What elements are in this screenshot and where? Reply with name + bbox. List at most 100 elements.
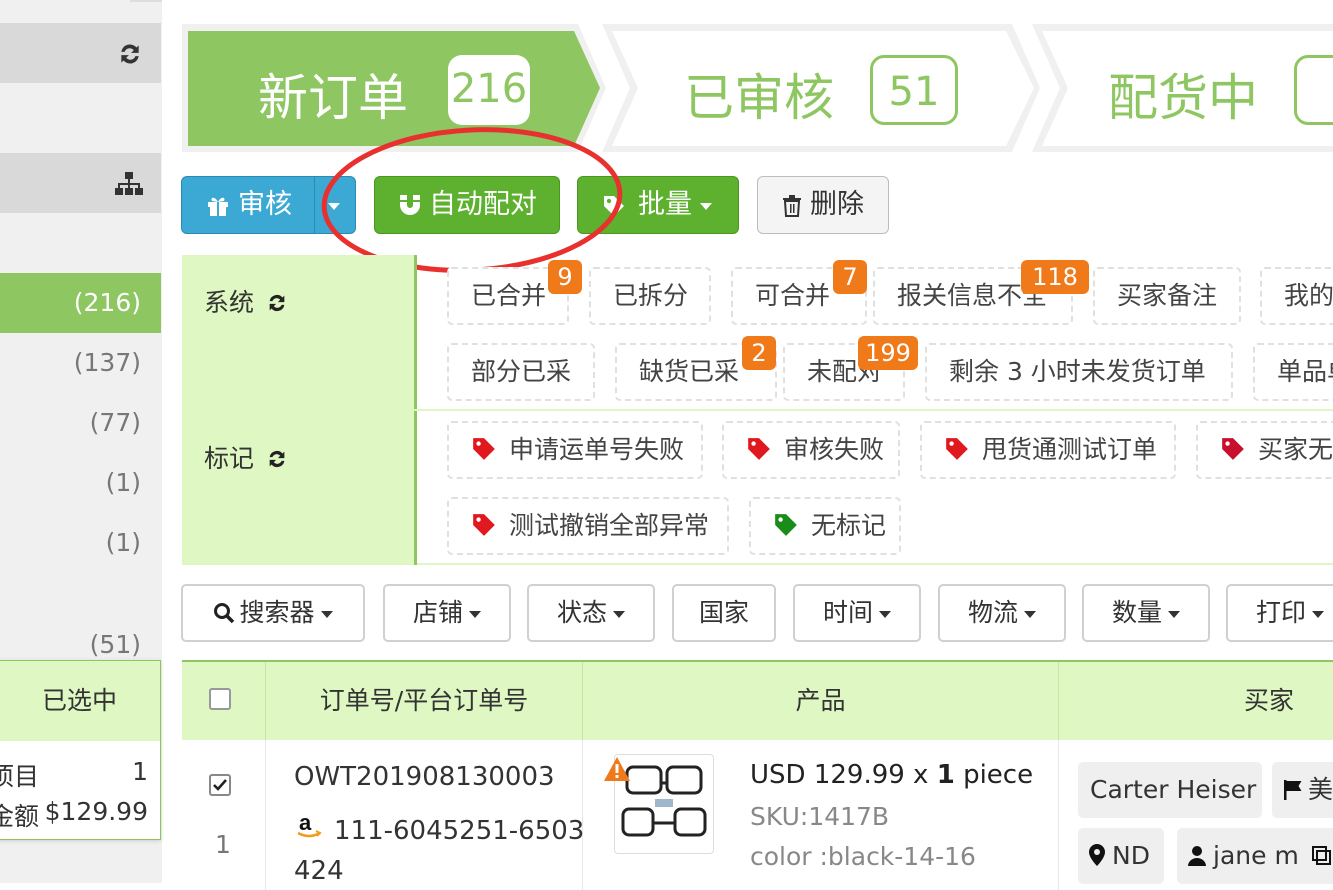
review-label: 审核	[238, 189, 292, 220]
select-all-checkbox[interactable]	[209, 688, 231, 710]
chip-label: 审核失败	[784, 435, 885, 464]
tag-icon	[473, 514, 495, 536]
warning-icon	[604, 757, 630, 781]
product-unit: piece	[954, 760, 1034, 790]
buyer-agent: jane m	[1177, 828, 1333, 884]
tag-icon	[748, 438, 770, 460]
buyer-state: ND	[1078, 828, 1164, 884]
time-filter-button[interactable]: 时间	[793, 584, 921, 642]
count-badge: 9	[548, 260, 582, 294]
sidebar-item-count[interactable]: (51)	[0, 630, 161, 660]
column-header-buyer: 买家	[1243, 686, 1294, 715]
product-price: USD 129.99 x	[750, 760, 937, 790]
table-header: 订单号/平台订单号 产品 买家	[182, 660, 1333, 740]
buyer-name[interactable]: Carter Heiser	[1078, 762, 1262, 818]
filter-chip-mine[interactable]: 我的	[1260, 267, 1333, 325]
count-badge: 118	[1021, 260, 1089, 294]
product-sku: SKU:1417B	[750, 802, 890, 831]
delete-button[interactable]: 删除	[757, 176, 889, 234]
filter-chip-test-order[interactable]: 甩货通测试订单	[920, 421, 1176, 479]
country-filter-button[interactable]: 国家	[672, 584, 776, 642]
sidebar-tree-bar[interactable]	[0, 153, 161, 213]
tab-label: 已审核	[684, 69, 834, 127]
tag-icon	[1222, 438, 1244, 460]
sitemap-icon[interactable]	[115, 171, 143, 197]
chevron-down-icon	[469, 610, 481, 618]
selection-amount-label: 金额	[0, 802, 40, 831]
tab-count-badge: 216	[448, 55, 530, 125]
filter-mark-text: 标记	[204, 444, 255, 473]
amazon-icon: a	[297, 812, 322, 838]
divider	[414, 411, 417, 565]
count-badge: 199	[858, 336, 918, 370]
chevron-down-icon	[1168, 610, 1180, 618]
sidebar-refresh-bar[interactable]	[0, 23, 161, 83]
review-button[interactable]: 审核	[181, 176, 315, 234]
row-index: 1	[215, 830, 231, 859]
trash-icon	[783, 195, 801, 217]
chip-label: 测试撤销全部异常	[509, 511, 710, 540]
status-filter-button[interactable]: 状态	[527, 584, 655, 642]
svg-text:a: a	[299, 812, 312, 835]
quantity-filter-button[interactable]: 数量	[1082, 584, 1210, 642]
selection-items-value: 1	[132, 757, 148, 786]
platform-order-number-cont: 424	[294, 856, 344, 886]
search-filter-button[interactable]: 搜索器	[181, 584, 365, 642]
filter-chip-buyer-invalid[interactable]: 买家无效	[1196, 421, 1333, 479]
filter-chip-buyer-note[interactable]: 买家备注	[1093, 267, 1241, 325]
print-label: 打印	[1255, 598, 1306, 627]
search-filter-label: 搜索器	[239, 598, 315, 627]
delete-label: 删除	[810, 189, 864, 220]
sidebar-item-count[interactable]: (1)	[0, 453, 161, 513]
logistics-filter-button[interactable]: 物流	[938, 584, 1066, 642]
filter-system-label: 系统	[182, 255, 415, 409]
chevron-down-icon	[1024, 610, 1036, 618]
filter-chip-partial-purchased[interactable]: 部分已采	[447, 343, 595, 401]
tab-reviewed[interactable]: 已审核 51	[620, 30, 1030, 148]
tag-icon	[775, 514, 797, 536]
logistics-filter-label: 物流	[967, 598, 1018, 627]
selection-panel: 已选中 项目 1 金额 $129.99	[0, 660, 161, 840]
tab-count-badge: 51	[870, 55, 958, 125]
chip-label: 买家无效	[1258, 435, 1333, 464]
buyer-state-text: ND	[1112, 841, 1150, 870]
tab-count-badge: 6	[1294, 55, 1333, 125]
refresh-icon[interactable]	[266, 448, 288, 470]
refresh-icon[interactable]	[117, 41, 143, 67]
product-color: color :black-14-16	[750, 842, 976, 871]
tab-picking[interactable]: 配货中 6	[1050, 30, 1333, 148]
chip-label: 甩货通测试订单	[982, 435, 1158, 464]
copy-icon[interactable]	[1311, 845, 1333, 867]
quantity-filter-label: 数量	[1111, 598, 1162, 627]
sidebar-item-count[interactable]: (1)	[0, 513, 161, 573]
chevron-down-icon	[700, 203, 712, 210]
filter-chip-review-failed[interactable]: 审核失败	[722, 421, 900, 479]
order-number-link[interactable]: OWT201908130003	[294, 762, 555, 792]
status-filter-label: 状态	[556, 598, 607, 627]
chip-label: 无标记	[811, 511, 887, 540]
tab-label: 配货中	[1108, 69, 1258, 127]
search-icon	[214, 603, 235, 624]
chevron-down-icon	[1312, 610, 1324, 618]
filter-chip-single-item[interactable]: 单品单	[1253, 343, 1333, 401]
refresh-icon[interactable]	[266, 292, 288, 314]
filter-chip-waybill-failed[interactable]: 申请运单号失败	[447, 421, 703, 479]
divider	[414, 255, 417, 409]
filter-chip-split[interactable]: 已拆分	[589, 267, 711, 325]
shop-filter-button[interactable]: 店铺	[383, 584, 511, 642]
filter-system-text: 系统	[204, 288, 255, 317]
count-badge: 7	[833, 260, 867, 294]
row-checkbox[interactable]	[209, 774, 231, 796]
filter-chip-test-cancel[interactable]: 测试撤销全部异常	[447, 497, 729, 555]
buyer-agent-text: jane m	[1213, 841, 1299, 870]
count-badge: 2	[742, 336, 776, 370]
filter-mark-label: 标记	[182, 411, 415, 565]
sidebar-item-count[interactable]: (137)	[0, 333, 161, 393]
print-button[interactable]: 打印	[1226, 584, 1333, 642]
selection-amount-value: $129.99	[44, 797, 148, 826]
platform-order-number: 111-6045251-6503	[334, 816, 585, 846]
sidebar-item-count[interactable]: (77)	[0, 393, 161, 453]
filter-chip-no-mark[interactable]: 无标记	[749, 497, 901, 555]
sidebar-item-count[interactable]: (216)	[0, 273, 161, 333]
filter-chip-3h-unshipped[interactable]: 剩余 3 小时未发货订单	[925, 343, 1233, 401]
